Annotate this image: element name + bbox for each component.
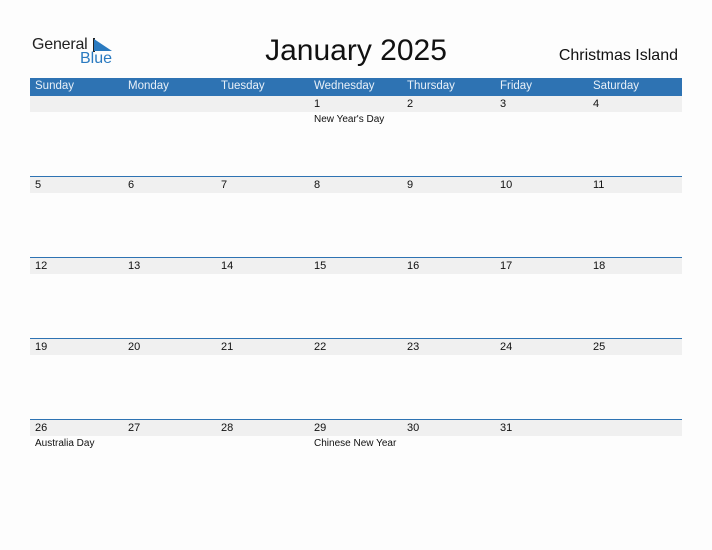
week-row: 1 New Year's Day 2 3 4 — [30, 96, 682, 177]
day-cell: 14 — [216, 258, 309, 339]
day-cell — [30, 96, 123, 177]
weekday-wednesday: Wednesday — [314, 80, 375, 92]
day-cell: 4 — [588, 96, 681, 177]
day-number: 25 — [593, 341, 606, 353]
day-cell: 21 — [216, 339, 309, 420]
day-cell: 16 — [402, 258, 495, 339]
day-cell: 6 — [123, 177, 216, 258]
day-number: 13 — [128, 260, 141, 272]
weekday-sunday: Sunday — [35, 80, 75, 92]
day-number: 19 — [35, 341, 48, 353]
day-number: 21 — [221, 341, 234, 353]
weekday-friday: Friday — [500, 80, 532, 92]
day-cell: 22 — [309, 339, 402, 420]
day-number: 14 — [221, 260, 234, 272]
weekday-thursday: Thursday — [407, 80, 455, 92]
holiday-label: Chinese New Year — [314, 438, 397, 449]
holiday-label: Australia Day — [35, 438, 95, 449]
region-label: Christmas Island — [558, 47, 678, 64]
day-cell: 17 — [495, 258, 588, 339]
day-number: 16 — [407, 260, 420, 272]
month-year: January 2025 — [265, 34, 447, 67]
week-row: 19 20 21 22 23 24 25 — [30, 338, 682, 420]
day-number: 9 — [407, 179, 414, 191]
day-number: 4 — [593, 98, 600, 110]
day-cell: 3 — [495, 96, 588, 177]
day-cell: 15 — [309, 258, 402, 339]
day-cell: 27 — [123, 420, 216, 501]
day-number: 12 — [35, 260, 48, 272]
day-number: 1 — [314, 98, 321, 110]
day-cell: 26 Australia Day — [30, 420, 123, 501]
day-cell: 24 — [495, 339, 588, 420]
day-number: 3 — [500, 98, 507, 110]
day-number: 27 — [128, 422, 141, 434]
day-number: 28 — [221, 422, 234, 434]
week-row: 12 13 14 15 16 17 18 — [30, 257, 682, 339]
day-cell: 29 Chinese New Year — [309, 420, 402, 501]
day-number: 5 — [35, 179, 42, 191]
day-cell: 20 — [123, 339, 216, 420]
day-cell: 25 — [588, 339, 681, 420]
day-cell — [588, 420, 681, 501]
day-cell: 11 — [588, 177, 681, 258]
weekday-monday: Monday — [128, 80, 169, 92]
weekday-header: Sunday Monday Tuesday Wednesday Thursday Frid… — [30, 78, 682, 96]
weekday-saturday: Saturday — [593, 80, 640, 92]
day-cell — [123, 96, 216, 177]
day-cell: 18 — [588, 258, 681, 339]
day-number: 7 — [221, 179, 228, 191]
day-number: 15 — [314, 260, 327, 272]
day-cell: 19 — [30, 339, 123, 420]
day-cell — [216, 96, 309, 177]
day-number: 24 — [500, 341, 513, 353]
day-number: 30 — [407, 422, 420, 434]
day-cell: 8 — [309, 177, 402, 258]
holiday-label: New Year's Day — [314, 114, 385, 125]
day-cell: 30 — [402, 420, 495, 501]
week-row: 5 6 7 8 9 10 11 — [30, 176, 682, 258]
day-number: 31 — [500, 422, 513, 434]
day-cell: 12 — [30, 258, 123, 339]
day-number: 17 — [500, 260, 513, 272]
day-cell: 5 — [30, 177, 123, 258]
day-number: 18 — [593, 260, 606, 272]
day-number: 22 — [314, 341, 327, 353]
day-cell: 10 — [495, 177, 588, 258]
day-cell: 7 — [216, 177, 309, 258]
day-number: 6 — [128, 179, 135, 191]
day-number: 11 — [593, 179, 605, 191]
day-number: 26 — [35, 422, 48, 434]
day-cell: 2 — [402, 96, 495, 177]
day-cell: 31 — [495, 420, 588, 501]
day-number: 20 — [128, 341, 141, 353]
day-cell: 1 New Year's Day — [309, 96, 402, 177]
day-number: 8 — [314, 179, 321, 191]
weekday-tuesday: Tuesday — [221, 80, 265, 92]
day-number: 2 — [407, 98, 414, 110]
day-number: 23 — [407, 341, 420, 353]
day-cell: 28 — [216, 420, 309, 501]
day-cell: 23 — [402, 339, 495, 420]
day-cell: 9 — [402, 177, 495, 258]
day-cell: 13 — [123, 258, 216, 339]
week-row: 26 Australia Day 27 28 29 Chinese New Year 30 3… — [30, 419, 682, 501]
day-number: 29 — [314, 422, 327, 434]
day-number: 10 — [500, 179, 513, 191]
